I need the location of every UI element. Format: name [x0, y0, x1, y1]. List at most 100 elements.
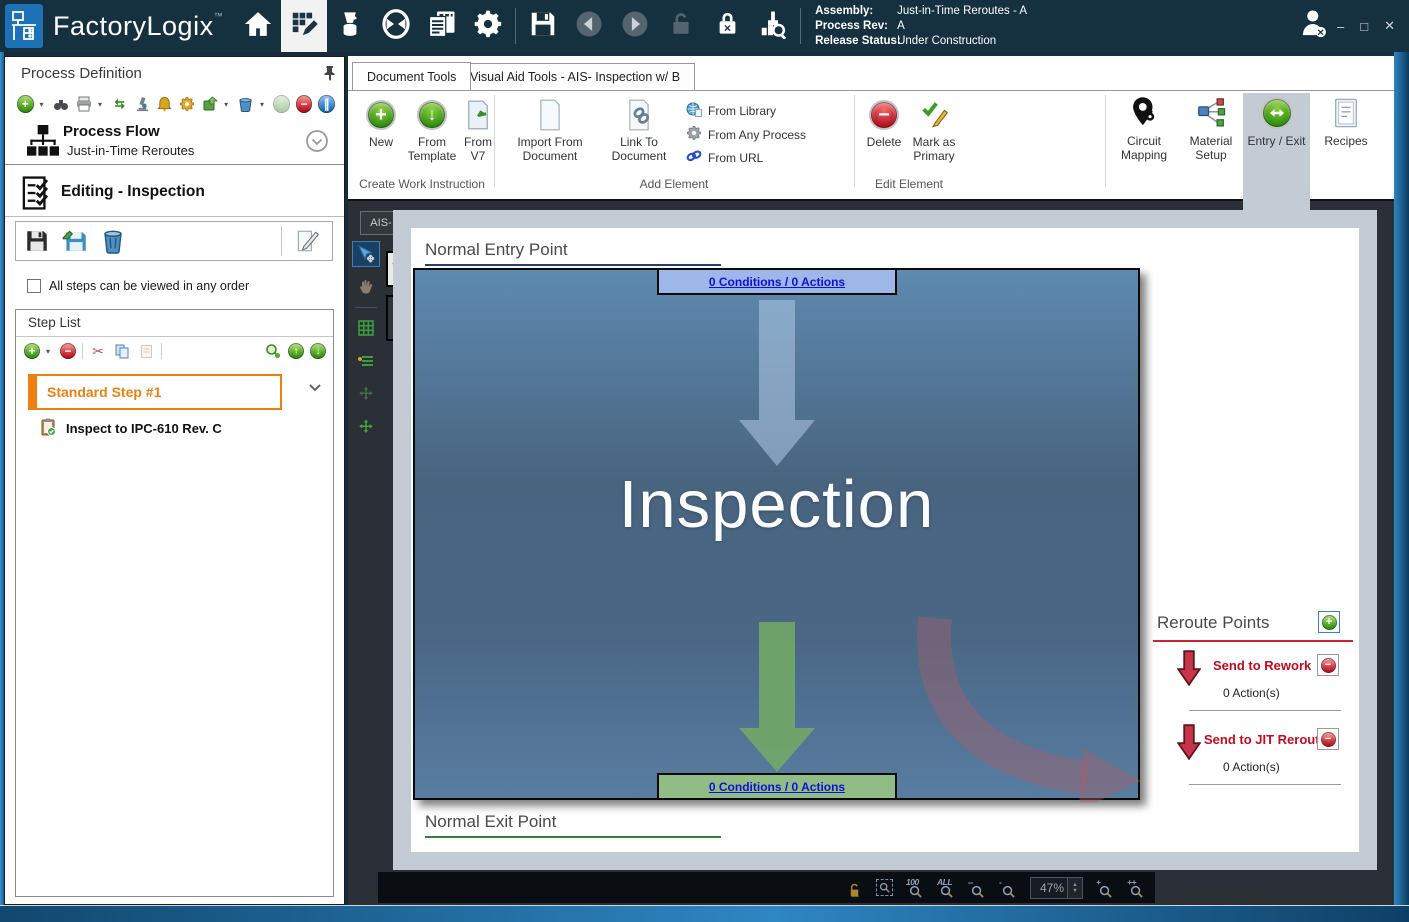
zoom-all-button[interactable]: ALL	[937, 878, 955, 898]
zoom-marquee-button[interactable]	[876, 879, 893, 896]
entry-exit-tab[interactable]: Entry / Exit	[1243, 93, 1310, 200]
pan-tool[interactable]	[352, 274, 380, 300]
new-work-instruction-button[interactable]: + New	[358, 97, 404, 149]
process-flow-box[interactable]: Inspection 0 Conditions / 0 Actions 0 Co…	[413, 268, 1140, 800]
from-library-button[interactable]: From Library	[686, 101, 776, 120]
copy-icon[interactable]	[113, 342, 131, 360]
exit-conditions-bar[interactable]: 0 Conditions / 0 Actions	[657, 773, 897, 800]
entry-conditions-bar[interactable]: 0 Conditions / 0 Actions	[657, 268, 897, 295]
reports-button[interactable]	[419, 0, 465, 52]
move-step-up-icon[interactable]: ↑	[288, 343, 304, 359]
zoom-100-button[interactable]: 100	[906, 878, 924, 898]
zoom-in-fast-button[interactable]: ++	[1127, 878, 1145, 898]
logout-button[interactable]: ✕	[1291, 0, 1337, 52]
add-dropdown-icon[interactable]: ▾	[40, 100, 47, 109]
move-snap-tool[interactable]	[352, 381, 380, 407]
from-v7-button[interactable]: From V7	[460, 97, 496, 163]
export-process-icon[interactable]	[202, 95, 219, 113]
from-template-button[interactable]: ↓ From Template	[406, 97, 458, 163]
edit-notes-button[interactable]	[290, 225, 324, 257]
step-actions-box	[15, 221, 333, 261]
print-dropdown-icon[interactable]: ▾	[98, 100, 105, 109]
save-button[interactable]	[520, 0, 566, 52]
expand-down-icon[interactable]	[305, 129, 329, 156]
add-step-icon[interactable]: +	[24, 343, 40, 359]
move-free-tool[interactable]	[352, 414, 380, 440]
feeder-setup-button[interactable]	[327, 0, 373, 52]
reroute-name[interactable]: Send to JIT Reroute	[1204, 732, 1327, 747]
delete-element-button[interactable]: − Delete	[862, 97, 906, 149]
from-any-process-button[interactable]: From Any Process	[686, 125, 806, 144]
zoom-level-value[interactable]: 47%	[1031, 881, 1067, 895]
paste-icon[interactable]	[137, 342, 155, 360]
pause-process-icon[interactable]: ∥	[318, 95, 335, 113]
mark-as-primary-button[interactable]: Mark as Primary	[908, 97, 960, 163]
remove-step-icon[interactable]: −	[60, 343, 76, 359]
import-from-document-button[interactable]: Import From Document	[504, 97, 596, 163]
bucket-icon[interactable]	[237, 95, 254, 113]
inspect-station-icon[interactable]	[134, 95, 151, 113]
add-step-dropdown-icon[interactable]: ▾	[46, 347, 54, 356]
process-flow-subtitle: Just-in-Time Reroutes	[67, 143, 194, 158]
align-tool[interactable]	[352, 348, 380, 374]
circuit-mapping-tab[interactable]: Circuit Mapping	[1111, 93, 1177, 178]
add-process-icon[interactable]: +	[17, 95, 34, 113]
lock-view-button[interactable]	[845, 878, 863, 898]
process-flow-header[interactable]: Process Flow Just-in-Time Reroutes	[5, 119, 344, 165]
reroute-name[interactable]: Send to Rework	[1213, 658, 1311, 673]
lock-close-button[interactable]: ✕	[704, 0, 750, 52]
grid-tool[interactable]	[352, 315, 380, 341]
step-child-row[interactable]: Inspect to IPC-610 Rev. C	[40, 418, 222, 439]
find-step-icon[interactable]	[264, 342, 282, 360]
delete-step-button[interactable]	[96, 225, 130, 257]
zoom-in-button[interactable]: +	[1096, 878, 1114, 898]
bucket-dropdown-icon[interactable]: ▾	[260, 100, 267, 109]
home-button[interactable]	[235, 0, 281, 52]
sync-button[interactable]	[373, 0, 419, 52]
add-reroute-button[interactable]: +	[1318, 611, 1340, 633]
order-checkbox[interactable]	[27, 279, 41, 293]
maximize-button[interactable]: □	[1360, 19, 1368, 34]
reroute-actions-count[interactable]: 0 Action(s)	[1223, 686, 1280, 700]
recipes-tab[interactable]: Recipes	[1315, 93, 1377, 178]
unlock-button[interactable]	[658, 0, 704, 52]
close-button[interactable]: ✕	[1384, 18, 1395, 34]
step-item-selected[interactable]: Standard Step #1	[28, 374, 282, 410]
remove-reroute-button[interactable]: −	[1317, 654, 1339, 676]
link-to-document-button[interactable]: Link To Document	[600, 97, 678, 163]
tab-visual-aid-tools[interactable]: Visual Aid Tools - AIS- Inspection w/ B	[455, 63, 695, 90]
find-icon[interactable]	[53, 95, 70, 113]
station-search-button[interactable]	[750, 0, 796, 52]
move-step-down-icon[interactable]: ↓	[310, 343, 326, 359]
print-icon[interactable]	[75, 95, 92, 113]
zoom-level-spinner[interactable]: 47% ▲▼	[1030, 877, 1083, 899]
exit-conditions-link[interactable]: 0 Conditions / 0 Actions	[709, 780, 845, 794]
from-url-button[interactable]: From URL	[686, 149, 763, 166]
tab-document-tools[interactable]: Document Tools	[352, 62, 471, 90]
minimize-button[interactable]: –	[1337, 19, 1344, 34]
bell-icon[interactable]	[156, 95, 173, 113]
remove-reroute-button[interactable]: −	[1317, 728, 1339, 750]
refresh-process-icon[interactable]: ⇆	[111, 95, 128, 113]
save-step-button[interactable]	[20, 225, 54, 257]
gear-badge-icon[interactable]	[179, 95, 196, 113]
zoom-spinner-arrows[interactable]: ▲▼	[1067, 878, 1082, 898]
forward-button[interactable]	[612, 0, 658, 52]
start-process-icon[interactable]	[273, 95, 290, 113]
reroute-actions-count[interactable]: 0 Action(s)	[1223, 760, 1280, 774]
select-move-tool[interactable]	[352, 241, 380, 267]
cut-icon[interactable]: ✂	[89, 342, 107, 360]
zoom-out-button[interactable]: -	[999, 878, 1017, 898]
settings-button[interactable]	[465, 0, 511, 52]
process-definition-button[interactable]	[281, 0, 327, 52]
back-button[interactable]	[566, 0, 612, 52]
material-setup-tab[interactable]: Material Setup	[1180, 93, 1242, 178]
save-as-button[interactable]	[58, 225, 92, 257]
export-dropdown-icon[interactable]: ▾	[224, 100, 231, 109]
stop-process-icon[interactable]: −	[296, 95, 313, 113]
zoom-out-fast-button[interactable]: --	[968, 878, 986, 898]
step-collapse-icon[interactable]	[308, 382, 322, 396]
pin-icon[interactable]	[323, 65, 337, 84]
entry-conditions-link[interactable]: 0 Conditions / 0 Actions	[709, 275, 845, 289]
toolbar-separator	[82, 343, 83, 359]
